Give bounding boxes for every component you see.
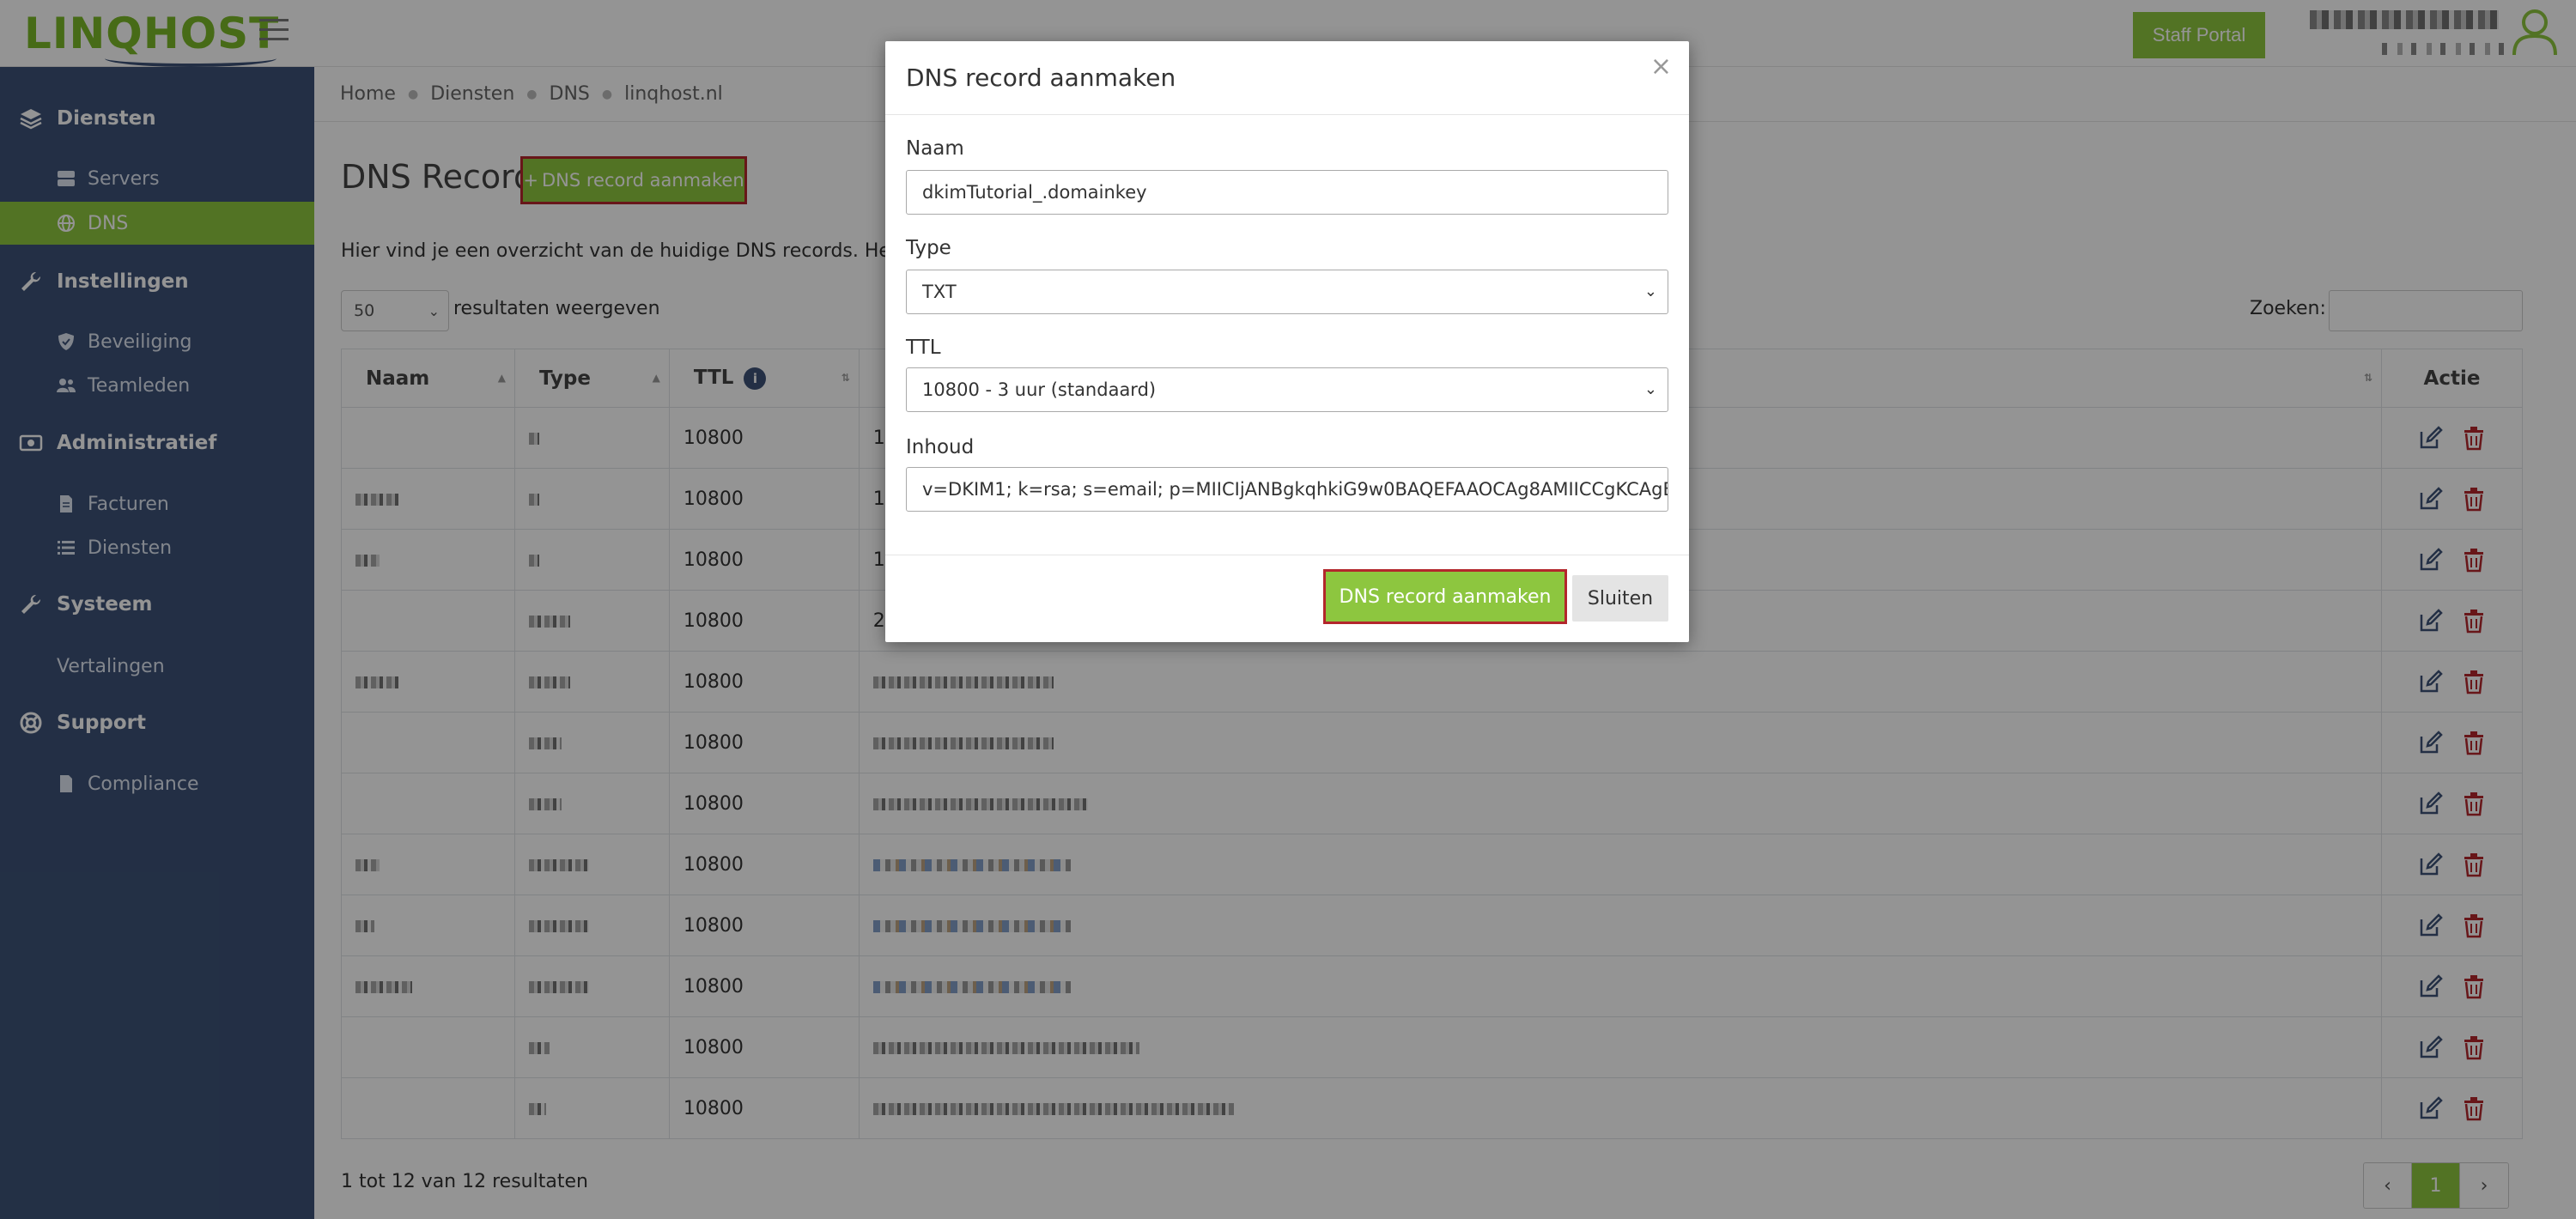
modal-header: DNS record aanmaken × [885, 41, 1689, 115]
close-icon[interactable]: × [1650, 52, 1672, 82]
chevron-down-icon: ⌄ [1643, 282, 1657, 300]
naam-label: Naam [906, 137, 964, 160]
type-label: Type [906, 237, 951, 259]
ttl-label: TTL [906, 337, 941, 359]
create-dns-record-modal: DNS record aanmaken × Naam dkimTutorial_… [885, 41, 1689, 642]
inhoud-label: Inhoud [906, 436, 975, 458]
inhoud-input[interactable]: v=DKIM1; k=rsa; s=email; p=MIICIjANBgkqh… [906, 467, 1668, 512]
modal-title: DNS record aanmaken [906, 64, 1176, 92]
close-modal-button[interactable]: Sluiten [1572, 575, 1668, 622]
naam-input[interactable]: dkimTutorial_.domainkey [906, 170, 1668, 215]
ttl-select[interactable]: 10800 - 3 uur (standaard) ⌄ [906, 367, 1668, 412]
create-dns-record-submit-button[interactable]: DNS record aanmaken [1323, 569, 1567, 624]
type-select[interactable]: TXT ⌄ [906, 270, 1668, 314]
chevron-down-icon: ⌄ [1643, 380, 1657, 398]
